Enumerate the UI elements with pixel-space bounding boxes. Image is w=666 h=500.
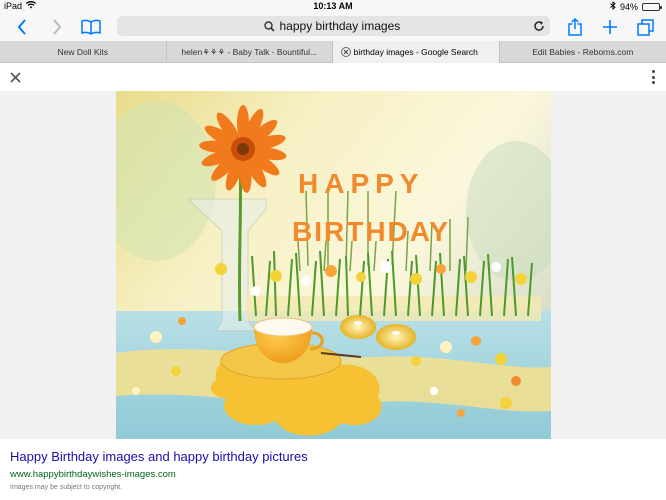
- share-button[interactable]: [562, 16, 588, 38]
- bookmarks-icon: [81, 19, 101, 35]
- tab-close-button[interactable]: [341, 47, 351, 57]
- teacup-rim: [253, 317, 313, 337]
- address-bar[interactable]: [117, 16, 550, 36]
- clock: 10:13 AM: [313, 1, 353, 11]
- tab-label: Edit Babies - Reborns.com: [532, 47, 634, 57]
- status-right: 94%: [610, 1, 662, 12]
- tab-birthday-images[interactable]: birthday images - Google Search: [333, 41, 500, 63]
- new-tab-button[interactable]: [597, 16, 623, 38]
- copyright-note: Images may be subject to copyright.: [10, 484, 123, 491]
- birthday-photo[interactable]: HAPPY BIRTHDAY: [116, 91, 551, 439]
- close-icon: [9, 71, 21, 83]
- battery-percent: 94%: [619, 1, 638, 12]
- tab-edit-babies[interactable]: Edit Babies - Reborns.com: [500, 41, 666, 63]
- more-options-button[interactable]: [650, 70, 656, 84]
- candle: [376, 324, 416, 350]
- image-result-info: Happy Birthday images and happy birthday…: [0, 439, 666, 500]
- status-bar: iPad 10:13 AM 94%: [0, 0, 666, 13]
- tab-new-doll-kits[interactable]: New Doll Kits: [0, 41, 167, 63]
- birthday-illustration: HAPPY BIRTHDAY: [116, 91, 551, 439]
- share-icon: [568, 18, 582, 36]
- back-icon: [17, 19, 26, 35]
- tab-label: New Doll Kits: [57, 47, 109, 57]
- tabs-button[interactable]: [632, 16, 658, 38]
- bluetooth-icon: [610, 1, 616, 12]
- dot: [651, 81, 655, 84]
- result-title-link[interactable]: Happy Birthday images and happy birthday…: [10, 449, 308, 464]
- search-input[interactable]: [279, 19, 404, 33]
- tab-baby-talk[interactable]: helen⚘⚘⚘ - Baby Talk - Bountiful...: [167, 41, 333, 63]
- birthday-letters: BIRTHDAY: [292, 216, 450, 247]
- search-icon: [263, 20, 275, 32]
- forward-button[interactable]: [44, 16, 70, 38]
- planter-box: [246, 296, 541, 321]
- browser-toolbar: [0, 13, 666, 41]
- tabs-icon: [636, 18, 654, 36]
- reload-icon: [534, 21, 544, 31]
- happy-letters: HAPPY: [298, 168, 424, 199]
- battery-icon: [642, 2, 662, 11]
- candle-flame: [392, 331, 400, 335]
- dot: [651, 70, 655, 73]
- flower-stem: [237, 160, 243, 322]
- new-tab-icon: [603, 20, 617, 34]
- back-button[interactable]: [9, 16, 35, 38]
- tab-label: helen⚘⚘⚘ - Baby Talk - Bountiful...: [181, 46, 318, 57]
- candle-flame: [354, 321, 362, 325]
- close-icon: [343, 49, 349, 55]
- close-viewer-button[interactable]: [8, 70, 22, 84]
- reload-button[interactable]: [532, 19, 546, 33]
- tab-strip: New Doll Kits helen⚘⚘⚘ - Baby Talk - Bou…: [0, 41, 666, 63]
- result-url-link[interactable]: www.happybirthdaywishes-images.com: [10, 469, 176, 480]
- tab-label: birthday images - Google Search: [353, 47, 478, 57]
- image-viewer-header: [0, 63, 666, 91]
- dot: [651, 75, 655, 79]
- candle: [340, 315, 376, 339]
- image-viewer-stage: HAPPY BIRTHDAY: [0, 91, 666, 439]
- bookmarks-button[interactable]: [78, 16, 104, 38]
- forward-icon: [53, 19, 62, 35]
